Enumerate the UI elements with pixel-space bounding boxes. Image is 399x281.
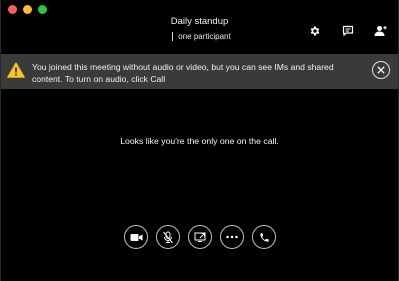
call-controls [1,225,398,249]
maximize-window-button[interactable] [38,5,47,14]
alone-message: Looks like you're the only one on the ca… [120,136,279,146]
video-camera-icon[interactable] [124,225,148,249]
close-icon[interactable] [372,61,390,79]
close-window-button[interactable] [8,5,17,14]
meeting-window: Daily standup one participant You joined… [0,0,399,281]
top-actions [308,24,387,37]
microphone-muted-icon[interactable] [156,225,180,249]
add-person-icon[interactable] [374,24,387,37]
participant-count-label: one participant [178,32,231,41]
window-controls [8,5,47,14]
divider [172,32,174,41]
phone-icon[interactable] [252,225,276,249]
screen-share-icon[interactable] [188,225,212,249]
participant-count[interactable]: one participant [172,32,231,41]
banner-message: You joined this meeting without audio or… [32,62,334,84]
warning-icon [7,62,25,78]
minimize-window-button[interactable] [23,5,32,14]
chat-icon[interactable] [341,24,354,37]
more-icon[interactable] [220,225,244,249]
gear-icon[interactable] [308,24,321,37]
audio-notice-banner: You joined this meeting without audio or… [1,54,398,89]
